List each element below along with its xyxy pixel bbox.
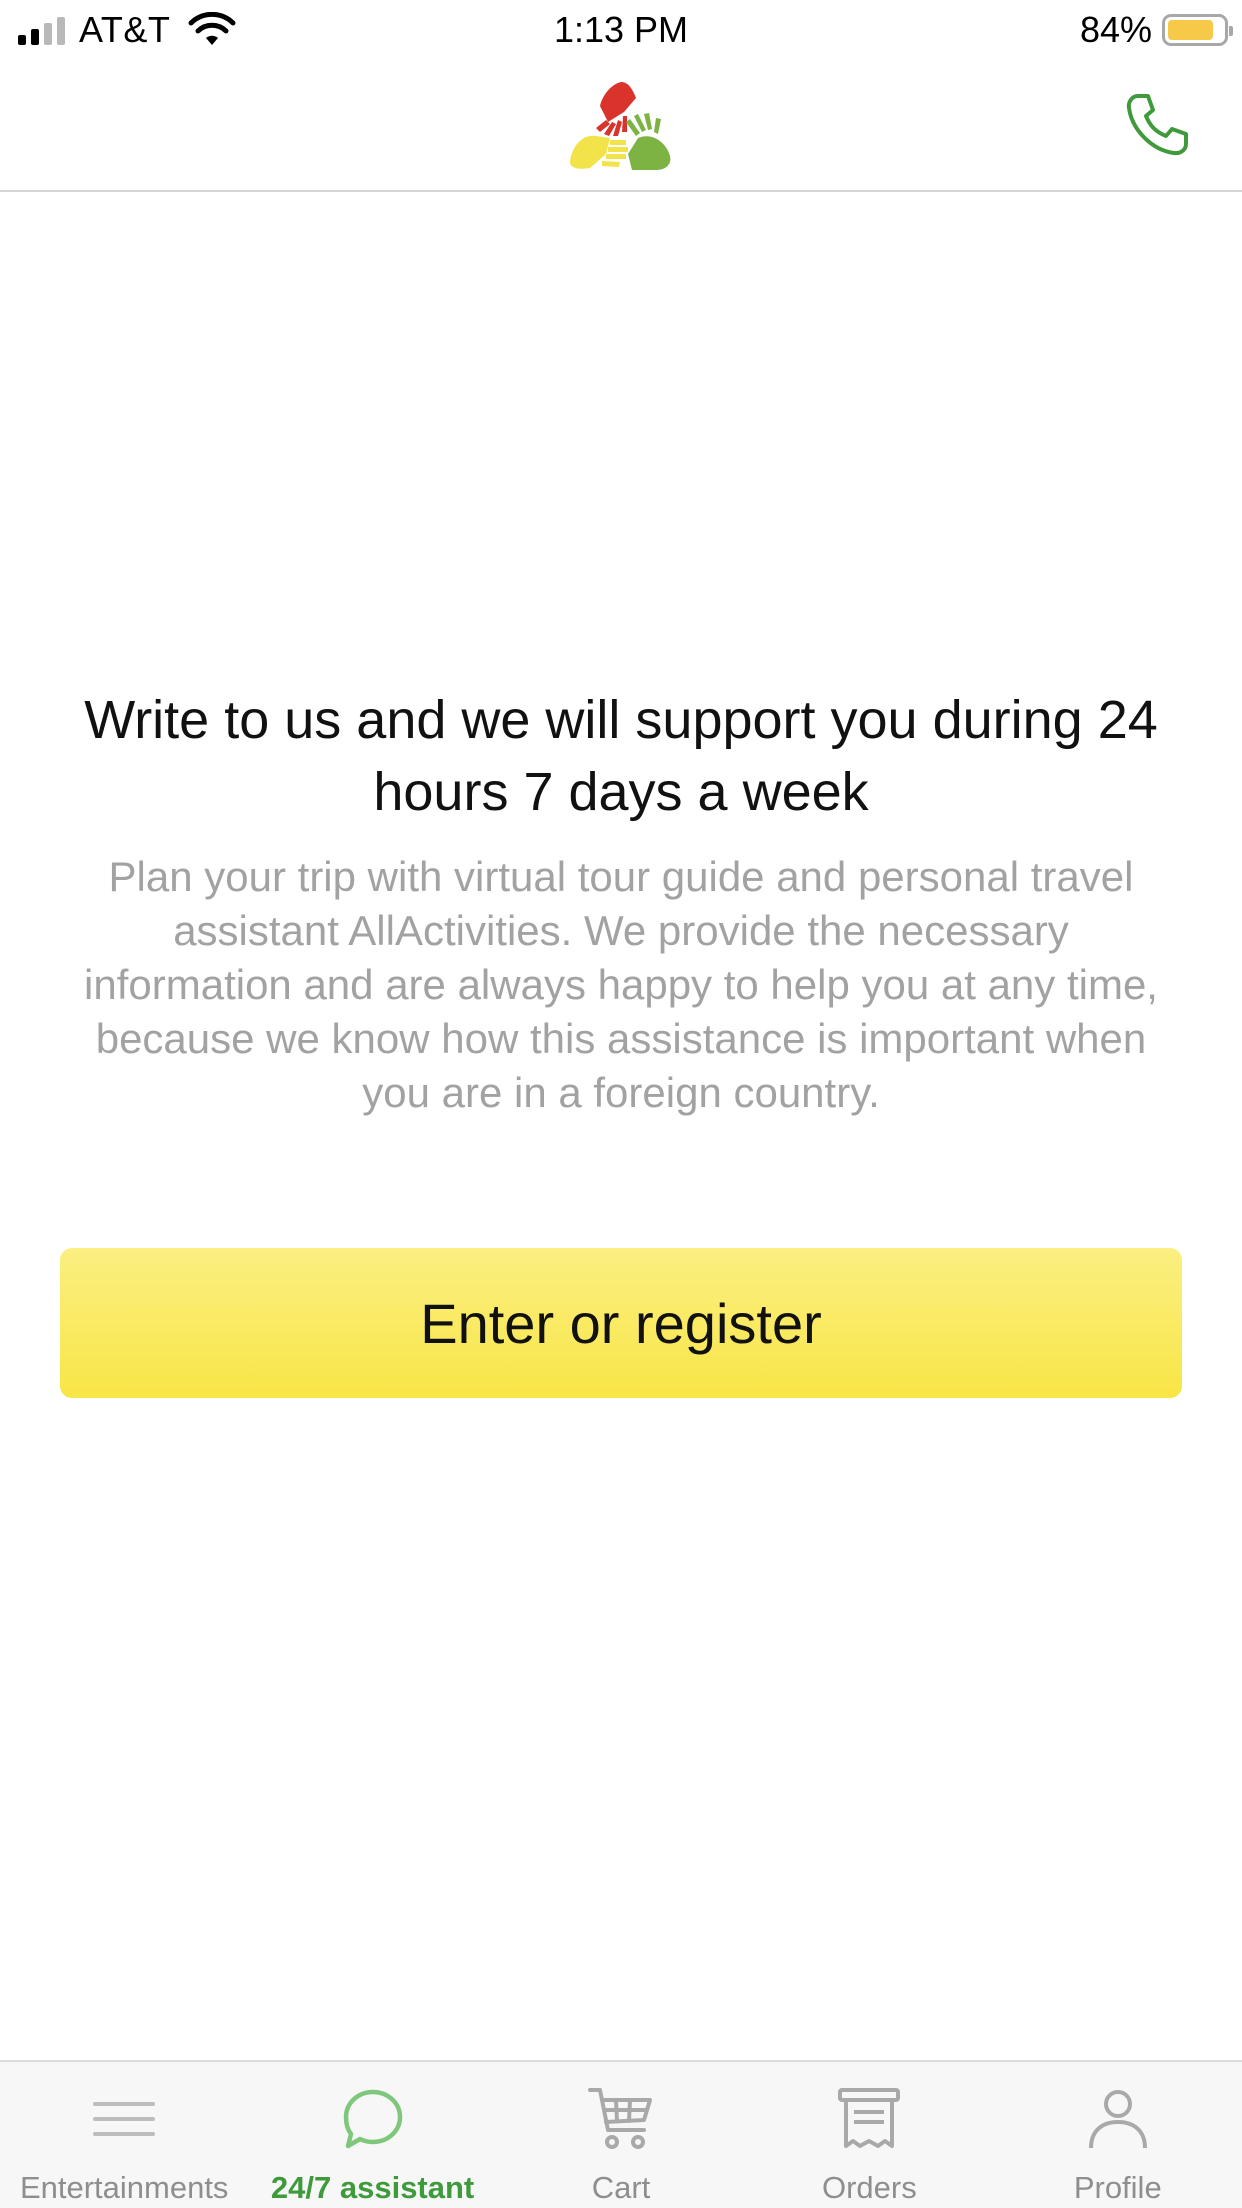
tab-profile[interactable]: Profile	[994, 2062, 1242, 2208]
battery-percent: 84%	[1079, 9, 1152, 50]
page-headline: Write to us and we will support you duri…	[84, 690, 1158, 822]
receipt-icon	[838, 2088, 901, 2148]
battery-icon	[1162, 14, 1233, 46]
nav-header	[0, 60, 1242, 192]
person-icon	[1088, 2090, 1147, 2149]
tab-bar: Entertainments 24/7 assistant Cart Order…	[0, 2060, 1242, 2208]
hands-triangle-logo-icon	[570, 82, 671, 170]
chat-bubble-icon	[343, 2089, 402, 2149]
tab-label: Cart	[591, 2170, 651, 2205]
tab-label: Entertainments	[19, 2170, 229, 2205]
menu-lines-icon	[93, 2102, 156, 2136]
status-bar: AT&T 1:13 PM 84%	[0, 0, 1242, 60]
phone-icon[interactable]	[1122, 90, 1192, 160]
tab-label: 24/7 assistant	[270, 2170, 475, 2205]
status-right: 84%	[1079, 8, 1233, 52]
tab-label: Profile	[1073, 2170, 1162, 2205]
enter-or-register-button[interactable]: Enter or register	[60, 1248, 1182, 1398]
battery-fill	[1168, 20, 1214, 40]
tab-entertainments[interactable]: Entertainments	[0, 2062, 248, 2208]
page-description: Plan your trip with virtual tour guide a…	[84, 853, 1158, 1116]
tab-cart[interactable]: Cart	[497, 2062, 745, 2208]
tab-label: Orders	[821, 2170, 917, 2205]
tab-orders[interactable]: Orders	[745, 2062, 993, 2208]
tab-24-7-assistant[interactable]: 24/7 assistant	[248, 2062, 496, 2208]
cart-icon	[587, 2088, 652, 2149]
status-time: 1:13 PM	[553, 9, 689, 50]
